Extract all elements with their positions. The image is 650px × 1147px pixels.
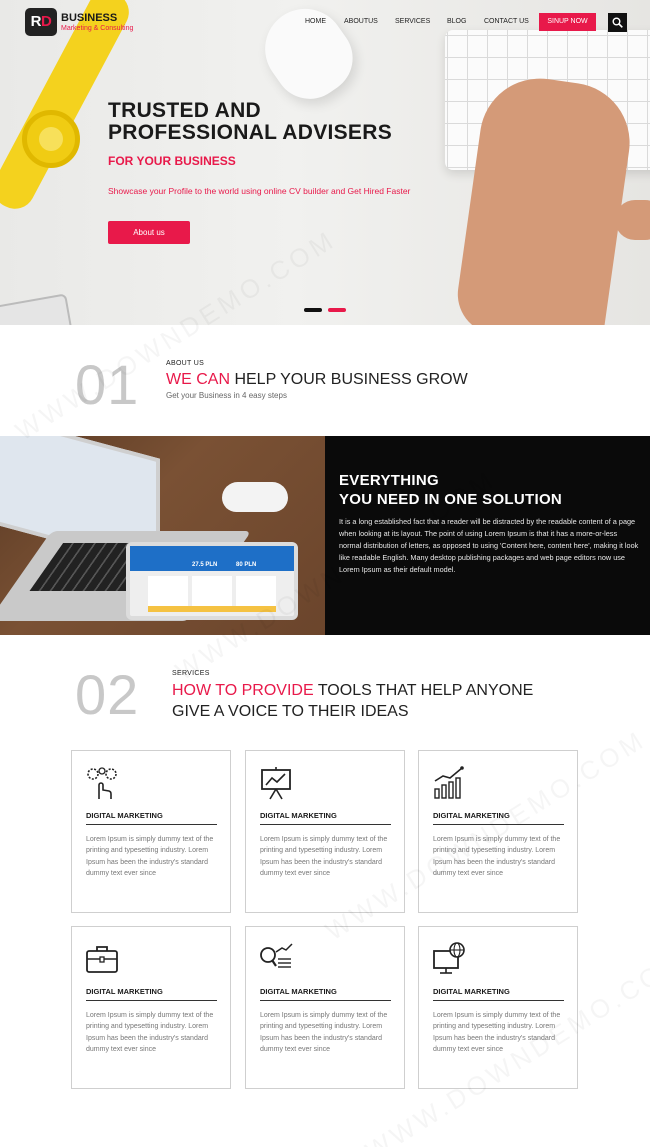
search-icon <box>612 17 623 28</box>
service-card-text: Lorem Ipsum is simply dummy text of the … <box>433 836 561 877</box>
service-card-title: DIGITAL MARKETING <box>86 987 163 996</box>
service-card-title: DIGITAL MARKETING <box>260 811 337 820</box>
service-card-text: Lorem Ipsum is simply dummy text of the … <box>86 836 214 877</box>
service-card-title: DIGITAL MARKETING <box>433 811 510 820</box>
service-card-title: DIGITAL MARKETING <box>86 811 163 820</box>
tablet-footer-bar <box>148 606 276 612</box>
services-label: SERVICES <box>172 670 210 677</box>
service-card-text: Lorem Ipsum is simply dummy text of the … <box>86 1012 214 1053</box>
services-title: HOW TO PROVIDE TOOLS THAT HELP ANYONE GI… <box>172 682 534 720</box>
brand-title: BUSINESS <box>61 12 118 24</box>
solution-panel: EVERYTHING YOU NEED IN ONE SOLUTION It i… <box>325 436 650 635</box>
presentation-board-icon <box>261 767 291 800</box>
service-card-divider <box>260 824 391 825</box>
growth-chart-icon <box>434 766 464 799</box>
tablet-price-2: 80 PLN <box>236 562 257 568</box>
signup-button[interactable]: SINUP NOW <box>539 13 596 31</box>
about-title: WE CAN HELP YOUR BUSINESS GROW <box>166 371 468 388</box>
solution-mouse-image <box>222 482 288 512</box>
slider-dot-2[interactable] <box>328 308 346 312</box>
service-card[interactable]: DIGITAL MARKETING Lorem Ipsum is simply … <box>245 750 405 913</box>
global-monitor-icon <box>433 942 465 974</box>
service-card-divider <box>260 1000 391 1001</box>
hero-hand-image-2 <box>615 200 650 240</box>
service-card[interactable]: DIGITAL MARKETING Lorem Ipsum is simply … <box>71 750 231 913</box>
solution-heading-line2: YOU NEED IN ONE SOLUTION <box>339 491 563 508</box>
tablet-pricing-cards: 27.5 PLN 80 PLN <box>148 562 276 606</box>
hero-watch-image <box>22 110 80 168</box>
navbar: RD BUSINESS Marketing & Consulting HOME … <box>0 0 650 45</box>
services-number: 02 <box>75 663 140 726</box>
about-subtitle: Get your Business in 4 easy steps <box>166 391 287 400</box>
nav-services[interactable]: SERVICES <box>395 18 430 25</box>
tablet-image: 27.5 PLN 80 PLN <box>126 542 298 620</box>
hero-subtitle: FOR YOUR BUSINESS <box>108 154 236 168</box>
service-card-divider <box>433 824 564 825</box>
nav-contact-us[interactable]: CONTACT US <box>484 18 529 25</box>
service-card-title: DIGITAL MARKETING <box>260 987 337 996</box>
about-number: 01 <box>75 353 140 416</box>
nav-blog[interactable]: BLOG <box>447 18 466 25</box>
service-card-text: Lorem Ipsum is simply dummy text of the … <box>433 1012 561 1053</box>
nav-aboutus[interactable]: ABOUTUS <box>344 18 378 25</box>
service-card[interactable]: DIGITAL MARKETING Lorem Ipsum is simply … <box>71 926 231 1089</box>
gears-hand-icon <box>87 767 117 799</box>
hero-phone-image <box>0 293 73 325</box>
magnifier-chart-icon <box>260 943 293 968</box>
hero-section: RD BUSINESS Marketing & Consulting HOME … <box>0 0 650 325</box>
nav-home[interactable]: HOME <box>305 18 326 25</box>
slider-dot-1[interactable] <box>304 308 322 312</box>
hero-title-line2: PROFESSIONAL ADVISERS <box>108 121 393 144</box>
hero-title: TRUSTED AND PROFESSIONAL ADVISERS <box>108 100 392 144</box>
service-card-title: DIGITAL MARKETING <box>433 987 510 996</box>
about-us-button[interactable]: About us <box>108 221 190 244</box>
service-card-divider <box>86 824 217 825</box>
briefcase-icon <box>86 946 118 973</box>
service-card-divider <box>433 1000 564 1001</box>
hero-description: Showcase your Profile to the world using… <box>108 186 411 196</box>
service-card[interactable]: DIGITAL MARKETING Lorem Ipsum is simply … <box>418 750 578 913</box>
brand-subtitle: Marketing & Consulting <box>61 25 134 32</box>
service-card[interactable]: DIGITAL MARKETING Lorem Ipsum is simply … <box>418 926 578 1089</box>
hero-title-line1: TRUSTED AND <box>108 99 262 122</box>
service-card-text: Lorem Ipsum is simply dummy text of the … <box>260 1012 388 1053</box>
search-button[interactable] <box>608 13 627 32</box>
solution-text: It is a long established fact that a rea… <box>339 517 639 575</box>
about-label: ABOUT US <box>166 360 205 367</box>
service-card[interactable]: DIGITAL MARKETING Lorem Ipsum is simply … <box>245 926 405 1089</box>
service-card-text: Lorem Ipsum is simply dummy text of the … <box>260 836 388 877</box>
solution-heading-line1: EVERYTHING <box>339 472 439 489</box>
tablet-price-1: 27.5 PLN <box>192 562 218 568</box>
service-card-divider <box>86 1000 217 1001</box>
logo[interactable]: RD <box>25 8 57 36</box>
